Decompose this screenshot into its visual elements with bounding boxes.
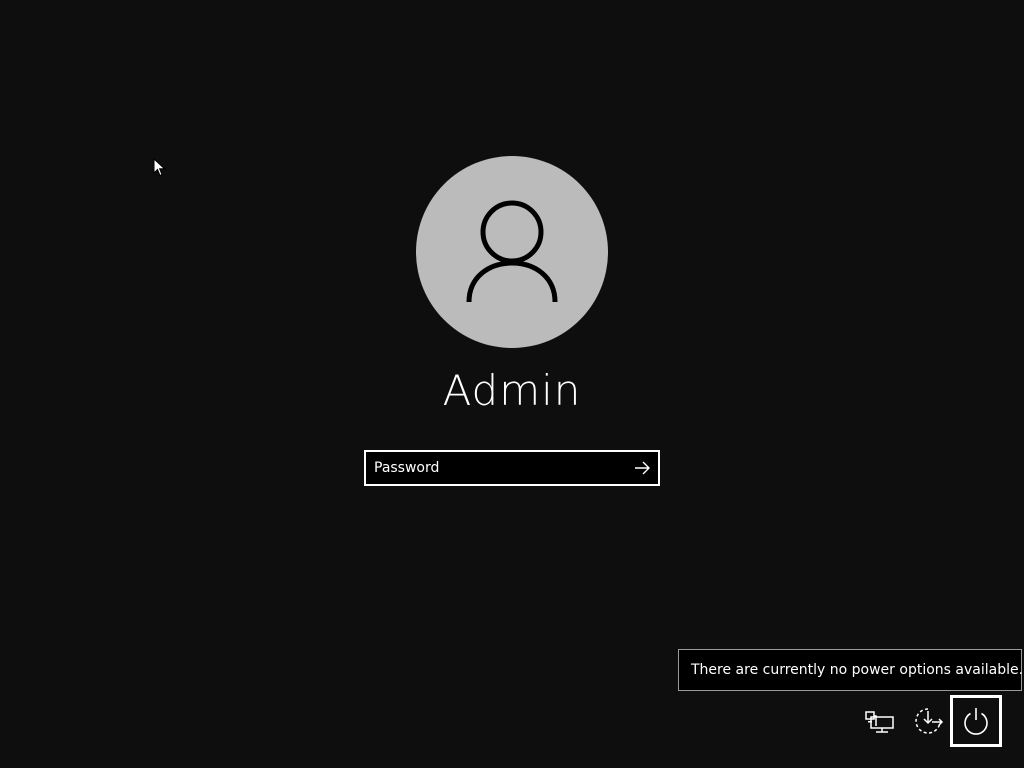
password-field[interactable] (366, 452, 624, 484)
username-label: Admin (442, 366, 582, 415)
ease-of-access-button[interactable] (904, 698, 952, 746)
password-field-container (364, 450, 660, 486)
user-icon (466, 200, 558, 303)
lock-screen: Admin There are currently no power optio… (0, 0, 1024, 768)
user-avatar (416, 156, 608, 348)
submit-arrow-icon[interactable] (632, 458, 652, 478)
ease-of-access-icon (915, 708, 944, 734)
power-options-tooltip: There are currently no power options ava… (678, 649, 1024, 691)
mouse-pointer-icon (153, 158, 166, 177)
network-icon (865, 711, 894, 733)
power-button[interactable] (950, 695, 1002, 747)
power-icon (964, 708, 988, 735)
tooltip-text: There are currently no power options ava… (691, 662, 1024, 678)
network-button[interactable] (856, 698, 904, 746)
